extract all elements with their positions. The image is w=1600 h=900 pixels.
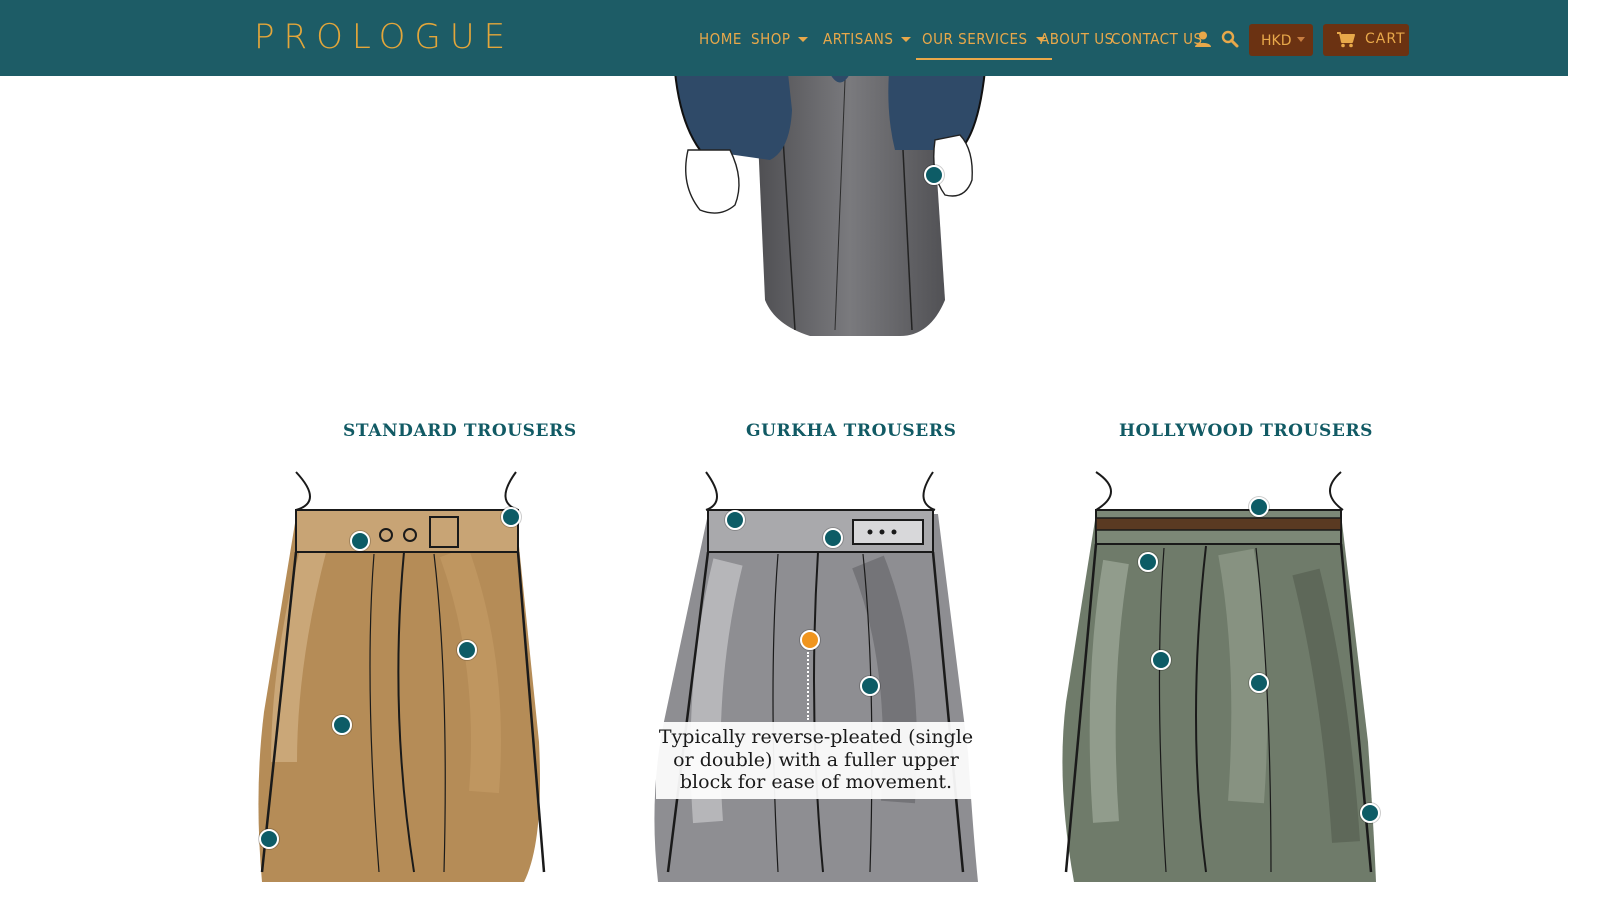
nav-our-services[interactable]: OUR SERVICES [916,28,1052,60]
hotspot-standard-3[interactable] [457,640,477,660]
gurkha-trousers-illustration [648,462,988,882]
chevron-down-icon [901,37,912,42]
nav-contact-us[interactable]: CONTACT US [1111,28,1203,50]
nav-about-us[interactable]: ABOUT US [1040,28,1114,50]
hotspot-hollywood-4[interactable] [1249,673,1269,693]
cart-button[interactable]: CART [1323,24,1409,56]
site-logo[interactable]: PROLOGUE [254,18,514,56]
site-header: PROLOGUE HOME SHOP ARTISANS OUR SERVICES… [0,0,1568,76]
chevron-down-icon [798,37,809,42]
hotspot-standard-4[interactable] [332,715,352,735]
tooltip-connector [807,652,809,720]
hollywood-trousers-illustration [1056,462,1376,882]
cart-icon [1337,32,1355,48]
gurkha-trousers-title: GURKHA TROUSERS [746,421,957,441]
hotspot-jacket[interactable] [924,165,944,185]
hotspot-gurkha-active[interactable] [800,630,820,650]
currency-select[interactable]: HKD [1249,24,1313,56]
hotspot-gurkha-3[interactable] [860,676,880,696]
chevron-down-icon [1297,37,1305,42]
hotspot-hollywood-3[interactable] [1151,650,1171,670]
hotspot-hollywood-2[interactable] [1138,552,1158,572]
cart-label: CART [1365,31,1406,47]
nav-shop[interactable]: SHOP [751,28,809,50]
hotspot-standard-1[interactable] [350,531,370,551]
nav-home[interactable]: HOME [699,28,742,50]
hotspot-standard-2[interactable] [501,507,521,527]
account-icon[interactable] [1194,30,1212,48]
nav-artisans[interactable]: ARTISANS [823,28,912,50]
hotspot-gurkha-1[interactable] [725,510,745,530]
hollywood-trousers-title: HOLLYWOOD TROUSERS [1119,421,1374,441]
standard-trousers-title: STANDARD TROUSERS [343,421,577,441]
hotspot-gurkha-2[interactable] [823,528,843,548]
hotspot-hollywood-5[interactable] [1360,803,1380,823]
hotspot-tooltip: Typically reverse-pleated (single or dou… [656,722,976,799]
hotspot-standard-5[interactable] [259,829,279,849]
nav-artisans-label: ARTISANS [823,30,894,48]
hotspot-hollywood-1[interactable] [1249,497,1269,517]
nav-our-services-label: OUR SERVICES [922,30,1028,48]
nav-shop-label: SHOP [751,30,791,48]
currency-value: HKD [1261,33,1292,49]
search-icon[interactable] [1221,30,1239,48]
